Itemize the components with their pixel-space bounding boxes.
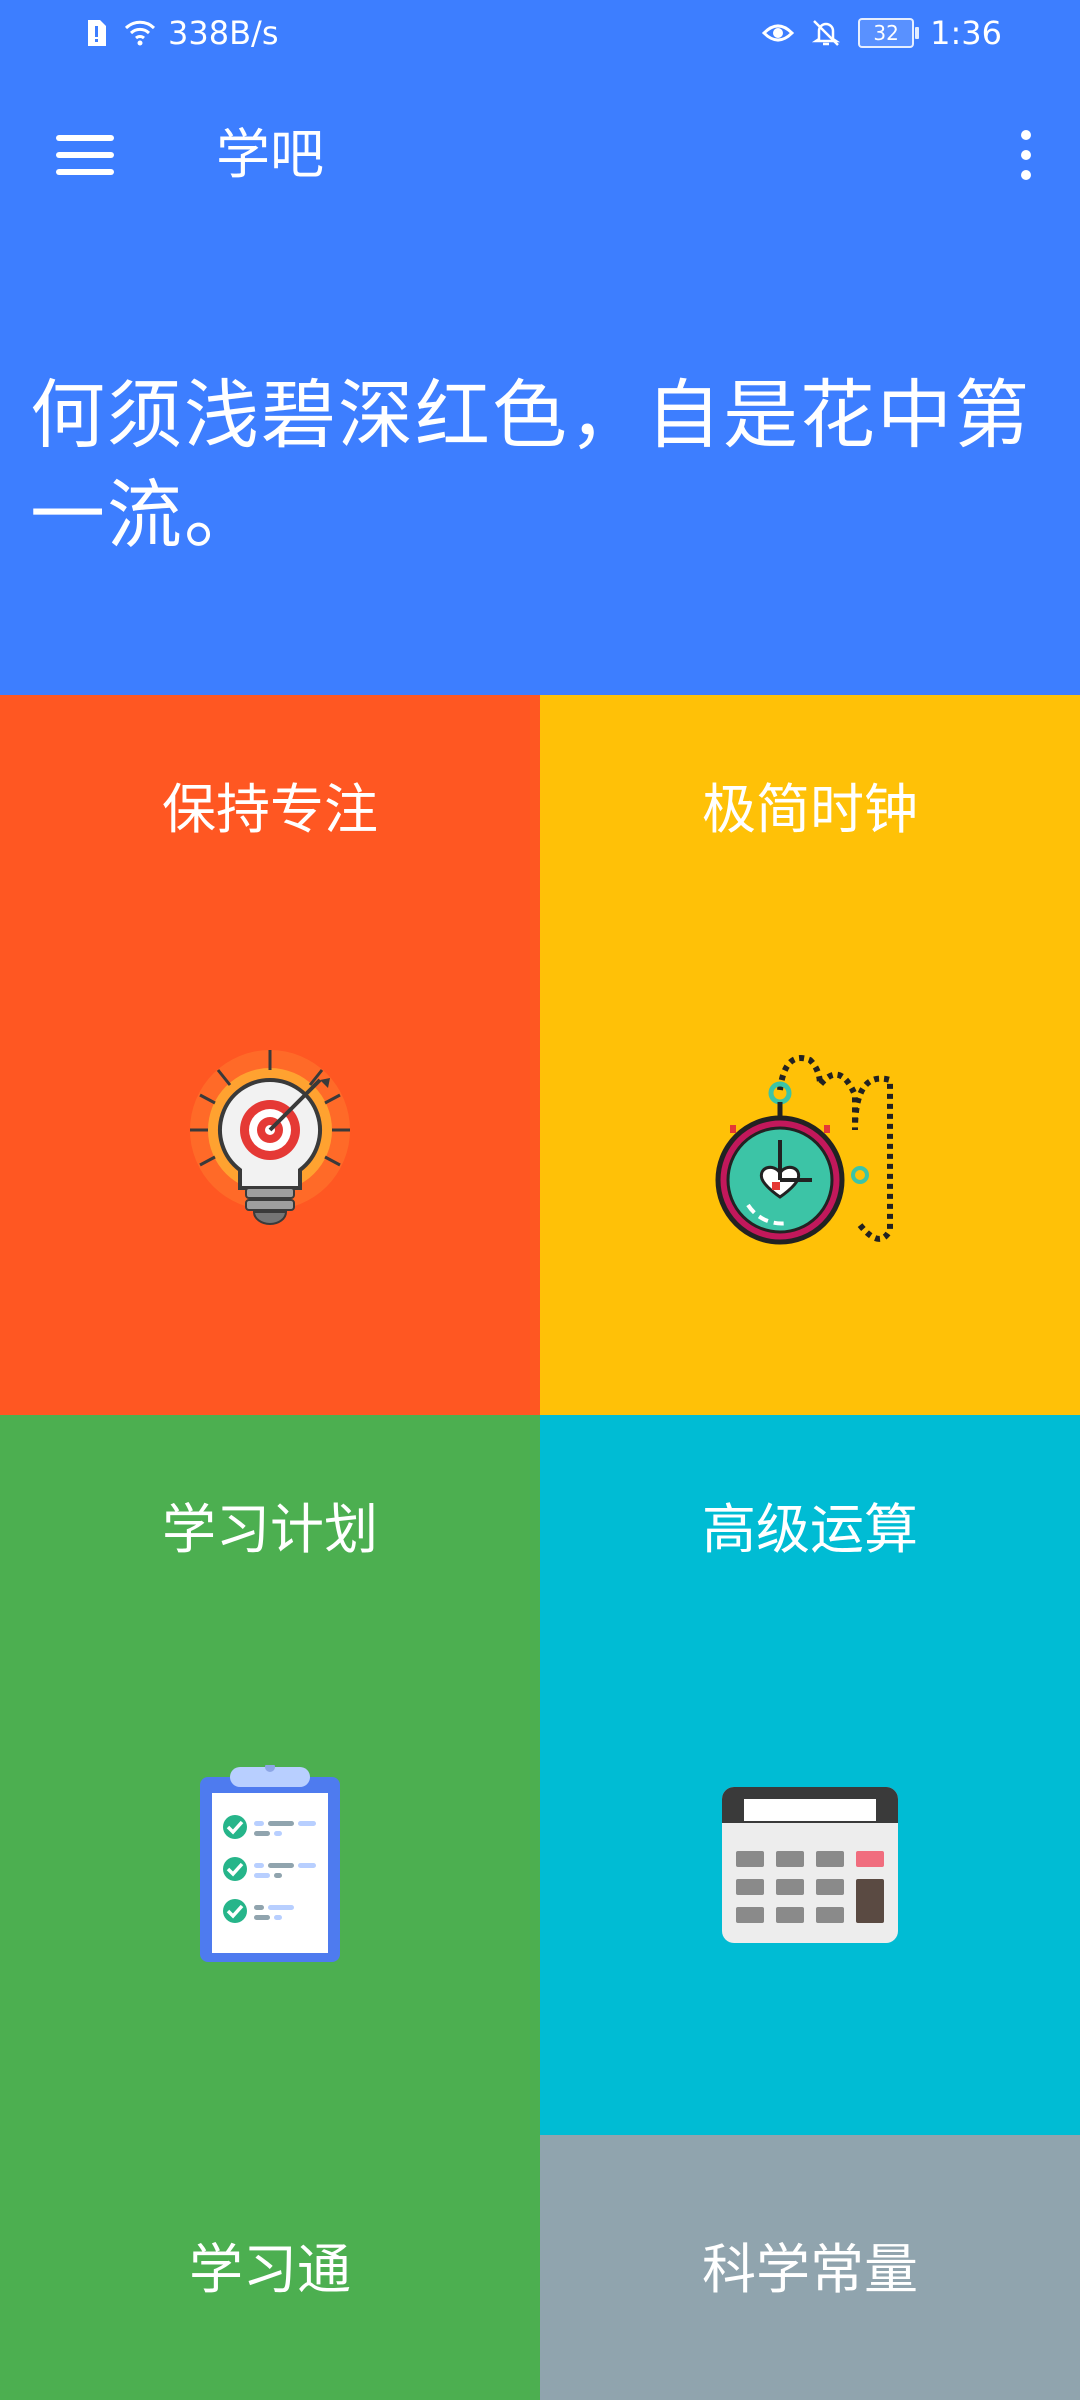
hamburger-menu-icon[interactable] — [36, 120, 136, 190]
tile-label: 保持专注 — [162, 778, 378, 841]
status-bar: 338B/s 32 1:36 — [0, 0, 1080, 72]
tile-minimal-clock[interactable]: 极简时钟 — [540, 695, 1080, 1415]
tile-xuexitong[interactable]: 学习通 — [0, 2135, 540, 2400]
page-title: 学吧 — [216, 123, 324, 186]
tile-label: 学习通 — [189, 2238, 351, 2301]
clock-time: 1:36 — [930, 14, 1002, 52]
battery-indicator: 32 — [858, 18, 920, 48]
tile-label: 学习计划 — [162, 1498, 378, 1561]
bell-off-icon — [812, 20, 841, 46]
app-header: 338B/s 32 1:36 学吧 何须浅碧深红色，自是花中第一流。 — [0, 0, 1080, 695]
tile-label: 极简时钟 — [702, 778, 918, 841]
wifi-icon — [124, 20, 156, 46]
tile-study-plan[interactable]: 学习计划 — [0, 1415, 540, 2135]
eye-icon — [762, 24, 795, 42]
tile-keep-focus[interactable]: 保持专注 — [0, 695, 540, 1415]
clipboard-checklist-icon — [200, 1765, 340, 1962]
more-vert-icon[interactable] — [990, 120, 1060, 190]
tile-label: 高级运算 — [702, 1498, 918, 1561]
sim-alert-icon — [88, 20, 106, 46]
tile-science-constants[interactable]: 科学常量 — [540, 2135, 1080, 2400]
network-speed: 338B/s — [168, 14, 279, 52]
focus-lightbulb-target-icon — [190, 1050, 350, 1225]
tile-label: 科学常量 — [702, 2238, 918, 2301]
tile-advanced-calc[interactable]: 高级运算 — [540, 1415, 1080, 2135]
toolbar: 学吧 — [0, 90, 1080, 220]
calculator-icon — [722, 1787, 898, 1943]
stopwatch-heart-icon — [715, 1055, 893, 1245]
daily-quote: 何须浅碧深红色，自是花中第一流。 — [30, 371, 1032, 559]
